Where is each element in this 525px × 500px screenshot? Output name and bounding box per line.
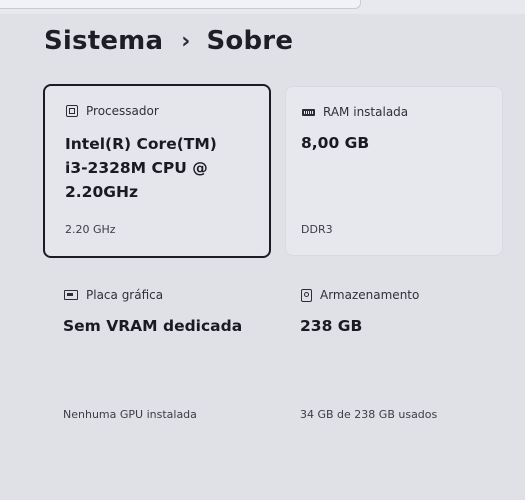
storage-header: Armazenamento (301, 288, 419, 302)
graphics-card-icon (64, 290, 78, 300)
storage-section[interactable]: Armazenamento 238 GB 34 GB de 238 GB usa… (300, 288, 510, 428)
processor-label: Processador (86, 104, 159, 118)
page-title: Sobre (206, 26, 294, 56)
processor-frequency: 2.20 GHz (65, 223, 116, 236)
top-panel-edge (0, 0, 361, 9)
ram-value: 8,00 GB (301, 134, 370, 152)
processor-card-header: Processador (66, 104, 159, 118)
graphics-value: Sem VRAM dedicada (63, 317, 243, 335)
graphics-label: Placa gráfica (86, 288, 164, 302)
storage-usage: 34 GB de 238 GB usados (300, 408, 438, 421)
storage-label: Armazenamento (320, 288, 420, 302)
ram-icon (302, 108, 315, 116)
breadcrumb: Sistema › Sobre (44, 26, 293, 56)
ram-card[interactable]: RAM instalada 8,00 GB DDR3 (285, 86, 503, 256)
graphics-header: Placa gráfica (64, 288, 163, 302)
graphics-section[interactable]: Placa gráfica Sem VRAM dedicada Nenhuma … (63, 288, 273, 428)
ram-label: RAM instalada (323, 105, 409, 119)
graphics-status: Nenhuma GPU instalada (63, 408, 197, 421)
processor-value: Intel(R) Core(TM) i3-2328M CPU @ 2.20GHz (65, 135, 217, 201)
breadcrumb-separator: › (181, 28, 191, 54)
storage-value: 238 GB (300, 317, 363, 335)
processor-icon (66, 105, 78, 117)
breadcrumb-parent-link[interactable]: Sistema (44, 26, 163, 56)
ram-type: DDR3 (301, 223, 333, 236)
storage-icon (301, 288, 312, 302)
processor-card[interactable]: Processador Intel(R) Core(TM) i3-2328M C… (43, 84, 271, 258)
top-strip (0, 0, 525, 14)
ram-card-header: RAM instalada (302, 105, 408, 119)
